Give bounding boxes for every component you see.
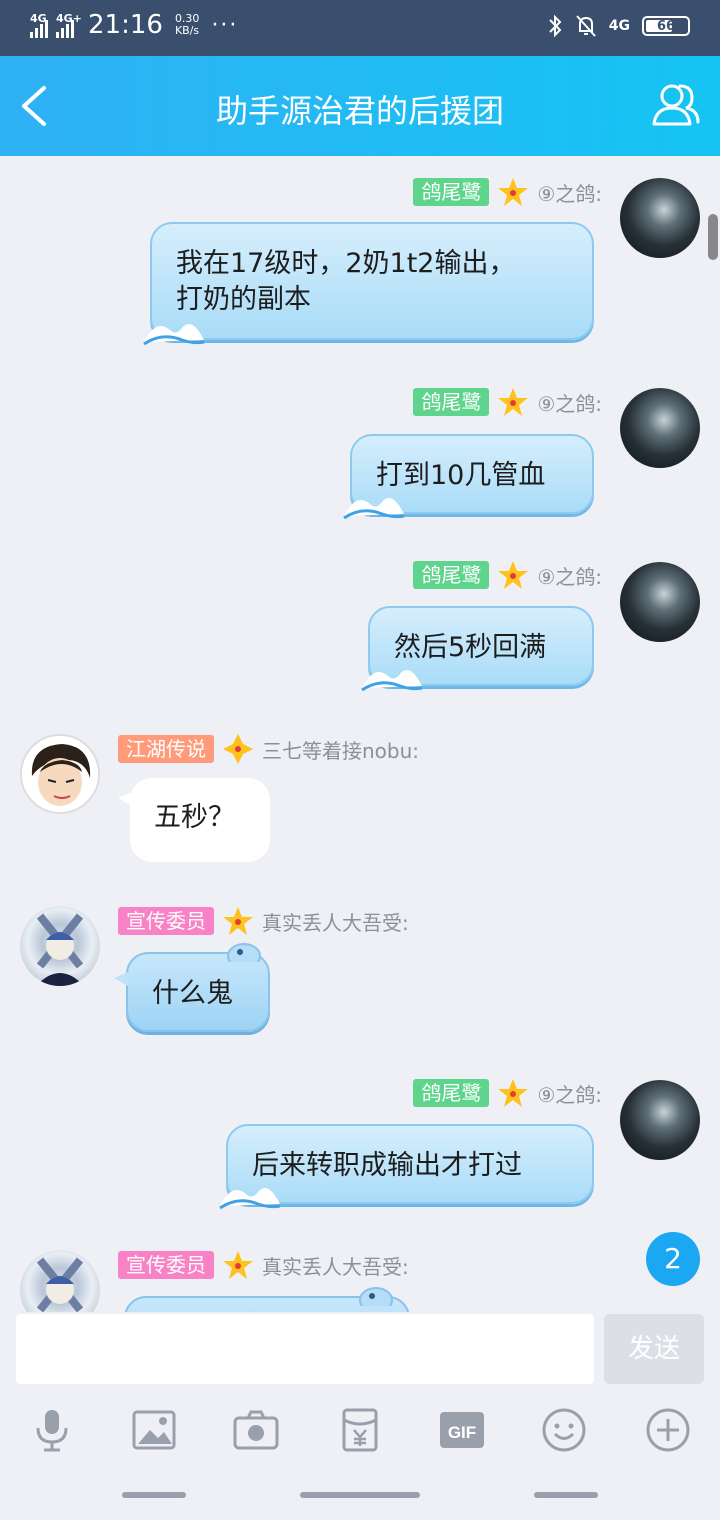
member-title-badge: 宣传委员 xyxy=(118,907,214,935)
anime-character-icon xyxy=(36,1257,84,1312)
avatar[interactable] xyxy=(620,562,700,642)
image-icon[interactable] xyxy=(130,1406,178,1454)
member-title-badge: 鸽尾鹭 xyxy=(413,561,490,589)
battery-icon: 66 xyxy=(642,16,690,36)
message-meta: 鸽尾鹭 ⑨之鸽: xyxy=(413,386,602,418)
bluetooth-icon xyxy=(549,14,562,38)
message-text-line: 什么鬼 xyxy=(152,978,233,1009)
message-meta: 宣传委员 真实丢人大吾受: xyxy=(118,905,409,937)
network-speed: 0.30 KB/s xyxy=(174,12,200,37)
wave-decoration-icon xyxy=(219,1188,281,1210)
avatar[interactable] xyxy=(620,178,700,258)
camera-icon[interactable] xyxy=(232,1406,280,1454)
emoji-icon[interactable] xyxy=(540,1406,588,1454)
avatar[interactable] xyxy=(620,388,700,468)
network-type-2: 4G+ xyxy=(56,12,82,25)
message-text-line: 打奶的副本 xyxy=(176,284,311,315)
anime-character-icon xyxy=(36,913,84,986)
message-meta: 鸽尾鹭 ⑨之鸽: xyxy=(413,176,602,208)
avatar[interactable] xyxy=(20,906,100,986)
microphone-icon[interactable] xyxy=(28,1406,76,1454)
star-icon xyxy=(223,1251,253,1279)
plus-icon[interactable] xyxy=(644,1406,692,1454)
star-icon xyxy=(223,734,253,764)
network-type-1: 4G xyxy=(30,12,47,25)
input-toolbar: GIF xyxy=(0,1406,720,1462)
gesture-bar xyxy=(0,1492,720,1500)
hippo-ears-decoration xyxy=(227,943,261,962)
message-meta: 江湖传说 三七等着接nobu: xyxy=(118,733,419,765)
avatar[interactable] xyxy=(20,734,100,814)
cartoon-face-icon xyxy=(31,744,91,806)
message-meta: 鸽尾鹭 ⑨之鸽: xyxy=(413,1077,602,1109)
sender-name: ⑨之鸽: xyxy=(537,1082,602,1107)
wave-decoration-icon xyxy=(343,498,405,520)
message-bubble[interactable]: 什么鬼 xyxy=(114,943,270,1032)
sender-name: ⑨之鸽: xyxy=(537,564,602,589)
sender-name: 真实丢人大吾受: xyxy=(262,910,409,935)
avatar[interactable] xyxy=(20,1250,100,1312)
sender-name: 三七等着接nobu: xyxy=(262,738,420,763)
send-button[interactable]: 发送 xyxy=(604,1314,704,1384)
message-bubble[interactable]: 后来转职成输出才打过 xyxy=(219,1124,594,1210)
group-members-icon[interactable] xyxy=(650,78,702,130)
sender-name: ⑨之鸽: xyxy=(537,181,602,206)
network-type-right: 4G xyxy=(608,18,630,34)
gesture-handle[interactable] xyxy=(122,1492,186,1498)
signal-icon: 4G xyxy=(30,12,48,38)
message-bubble[interactable] xyxy=(124,1287,410,1312)
message-text-line: 五秒？ xyxy=(154,802,235,833)
message-bubble[interactable]: 打到10几管血 xyxy=(343,434,594,520)
message-meta: 鸽尾鹭 ⑨之鸽: xyxy=(413,559,602,591)
sender-name: ⑨之鸽: xyxy=(537,391,602,416)
svg-text:GIF: GIF xyxy=(448,1423,476,1442)
page-title: 助手源治君的后援团 xyxy=(215,92,504,130)
message-input[interactable] xyxy=(16,1314,594,1384)
gesture-handle[interactable] xyxy=(300,1492,420,1498)
message-text-line: 后来转职成输出才打过 xyxy=(252,1150,522,1181)
message-bubble[interactable]: 然后5秒回满 xyxy=(361,606,594,692)
signal-icon: 4G+ xyxy=(56,12,82,38)
message-text-line: 我在17级时，2奶1t2输出， xyxy=(176,248,516,279)
chat-area[interactable]: 鸽尾鹭 ⑨之鸽: 我在17级时，2奶1t2输出， 打奶的副本 鸽尾鹭 ⑨之鸽: … xyxy=(0,156,720,1312)
sender-name: 真实丢人大吾受: xyxy=(262,1254,409,1279)
member-title-badge: 鸽尾鹭 xyxy=(413,388,490,416)
star-icon xyxy=(498,1079,529,1107)
member-title-badge: 宣传委员 xyxy=(118,1251,214,1279)
status-bar: 4G 4G+ 21:16 0.30 KB/s ··· 4G 66 xyxy=(0,0,720,56)
star-icon xyxy=(498,561,529,589)
star-icon xyxy=(498,178,529,206)
input-bar: 发送 GIF xyxy=(0,1312,720,1520)
member-title-badge: 鸽尾鹭 xyxy=(413,178,490,206)
star-icon xyxy=(223,907,253,935)
wave-decoration-icon xyxy=(361,670,423,692)
bubble-tail xyxy=(114,972,128,986)
gif-icon[interactable]: GIF xyxy=(438,1406,486,1454)
bubble-tail xyxy=(118,792,132,806)
mute-bell-icon xyxy=(576,15,596,37)
member-title-badge: 鸽尾鹭 xyxy=(413,1079,490,1107)
unread-count-badge[interactable]: 2 xyxy=(646,1232,700,1286)
wave-decoration-icon xyxy=(143,324,205,346)
message-meta: 宣传委员 真实丢人大吾受: xyxy=(118,1249,409,1281)
member-title-badge: 江湖传说 xyxy=(118,735,214,763)
gesture-handle[interactable] xyxy=(534,1492,598,1498)
message-bubble[interactable]: 我在17级时，2奶1t2输出， 打奶的副本 xyxy=(143,222,594,346)
message-bubble[interactable]: 五秒？ xyxy=(118,778,270,862)
red-packet-icon[interactable] xyxy=(336,1406,384,1454)
star-icon xyxy=(498,388,529,416)
nav-bar: 助手源治君的后援团 xyxy=(0,56,720,156)
scrollbar[interactable] xyxy=(708,214,718,260)
avatar[interactable] xyxy=(620,1080,700,1160)
clock: 21:16 xyxy=(88,10,163,40)
more-notifications-icon: ··· xyxy=(211,12,239,38)
hippo-ears-decoration xyxy=(359,1287,393,1306)
